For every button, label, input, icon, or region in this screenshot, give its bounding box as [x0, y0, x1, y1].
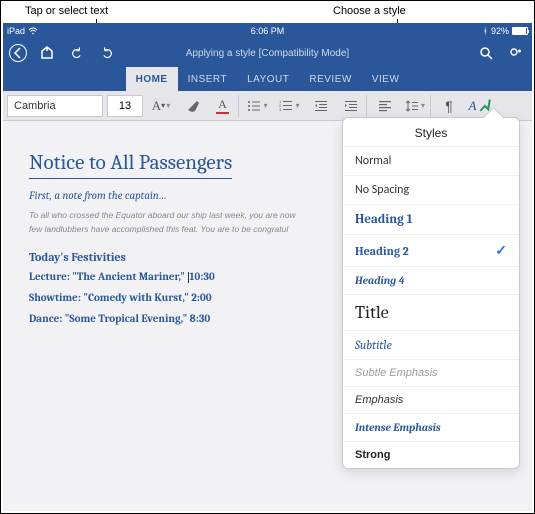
decrease-indent-button[interactable] [307, 95, 335, 117]
tab-home[interactable]: HOME [126, 67, 178, 91]
bluetooth-icon: ᚼ [483, 26, 488, 36]
numbering-button[interactable]: 123▾ [275, 95, 303, 117]
style-heading-1[interactable]: Heading 1 [343, 205, 519, 235]
annotation-tap-select: Tap or select text [25, 5, 108, 17]
font-color-button[interactable]: A [211, 95, 239, 117]
style-emphasis[interactable]: Emphasis [343, 387, 519, 414]
font-size-selector[interactable]: 13 [107, 95, 143, 117]
share-button[interactable] [506, 43, 526, 63]
file-actions-button[interactable] [37, 43, 57, 63]
status-time: 6:06 PM [251, 26, 285, 36]
styles-popover-title: Styles [343, 118, 519, 147]
font-name-selector[interactable]: Cambria [7, 95, 103, 117]
font-format-button[interactable]: A▾▾ [147, 95, 175, 117]
undo-button[interactable] [67, 43, 87, 63]
style-subtle-emphasis[interactable]: Subtle Emphasis [343, 360, 519, 387]
tab-review[interactable]: REVIEW [299, 67, 361, 91]
highlight-button[interactable] [179, 95, 207, 117]
battery-percent: 92% [491, 26, 509, 36]
tab-view[interactable]: VIEW [362, 67, 410, 91]
tab-layout[interactable]: LAYOUT [237, 67, 299, 91]
search-button[interactable] [476, 43, 496, 63]
style-subtitle[interactable]: Subtitle [343, 331, 519, 360]
style-intense-emphasis[interactable]: Intense Emphasis [343, 414, 519, 442]
svg-text:3: 3 [279, 107, 282, 112]
ribbon-tabs: HOME INSERT LAYOUT REVIEW VIEW [3, 67, 532, 91]
style-no-spacing[interactable]: No Spacing [343, 176, 519, 205]
increase-indent-button[interactable] [339, 95, 367, 117]
redo-button[interactable] [97, 43, 117, 63]
style-strong[interactable]: Strong [343, 442, 519, 468]
battery-icon [512, 27, 528, 35]
style-title[interactable]: Title [343, 295, 519, 331]
doc-heading-title[interactable]: Notice to All Passengers [29, 151, 232, 179]
document-title: Applying a style [Compatibility Mode] [186, 48, 349, 59]
style-normal[interactable]: Normal [343, 147, 519, 176]
line-spacing-button[interactable]: ▾ [403, 95, 431, 117]
check-icon: ✓ [495, 242, 507, 259]
styles-popover: Styles Normal No Spacing Heading 1 Headi… [342, 117, 520, 469]
bullets-button[interactable]: ▾ [243, 95, 271, 117]
tab-insert[interactable]: INSERT [178, 67, 238, 91]
status-bar: iPad 6:06 PM ᚼ 92% [3, 23, 532, 39]
paragraph-marks-button[interactable]: ¶ [435, 95, 463, 117]
annotation-choose-style: Choose a style [333, 5, 406, 17]
wifi-icon [28, 27, 38, 35]
back-button[interactable] [9, 44, 27, 62]
align-left-button[interactable] [371, 95, 399, 117]
title-bar: Applying a style [Compatibility Mode] [3, 39, 532, 67]
style-heading-4[interactable]: Heading 4 [343, 267, 519, 295]
status-device: iPad [7, 26, 25, 36]
style-heading-2[interactable]: Heading 2✓ [343, 235, 519, 267]
